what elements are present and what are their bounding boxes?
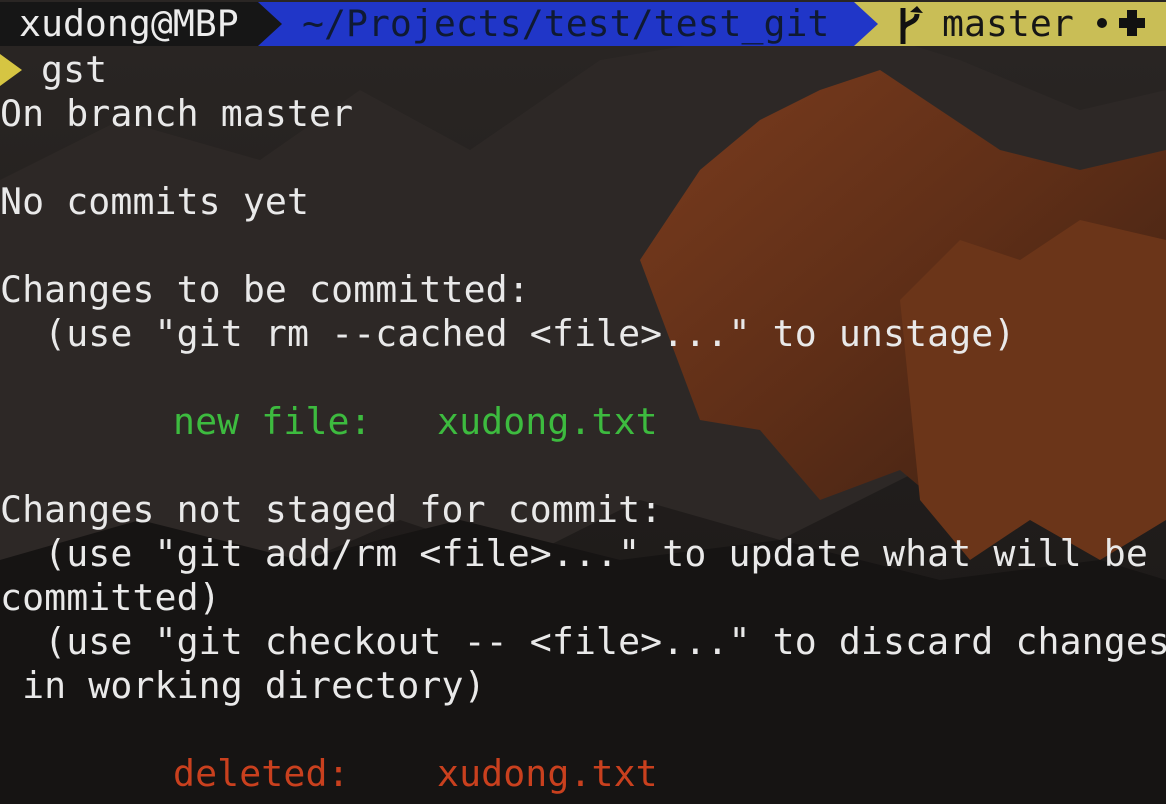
path-segment: ~/Projects/test/test_git: [258, 2, 854, 46]
git-branch-name: master: [942, 2, 1074, 45]
branch-line: On branch master: [0, 92, 354, 135]
plus-icon: [1117, 8, 1147, 38]
user-host-segment: xudong@MBP: [0, 2, 258, 46]
unstaged-label: deleted:: [173, 752, 350, 795]
prompt-bar: xudong@MBP ~/Projects/test/test_git mast…: [0, 0, 1166, 48]
unstaged-hint-2-wrap: in working directory): [0, 664, 486, 707]
staged-file: xudong.txt: [437, 400, 658, 443]
segment-separator-icon: [854, 2, 878, 46]
git-branch-icon: [900, 6, 923, 44]
command-line: gst: [41, 48, 108, 91]
no-commits-line: No commits yet: [0, 180, 310, 223]
terminal-window[interactable]: xudong@MBP ~/Projects/test/test_git mast…: [0, 0, 1166, 804]
unstaged-hint-2: (use "git checkout -- <file>..." to disc…: [0, 620, 1166, 663]
unstaged-header: Changes not staged for commit:: [0, 488, 663, 531]
unstaged-hint-1-wrap: committed): [0, 576, 221, 619]
staged-hint: (use "git rm --cached <file>..." to unst…: [0, 312, 1016, 355]
segment-separator-icon: [258, 2, 282, 46]
unstaged-hint-1: (use "git add/rm <file>..." to update wh…: [0, 532, 1148, 575]
staged-header: Changes to be committed:: [0, 268, 530, 311]
dot-icon: [1097, 18, 1107, 28]
prompt-triangle-icon: [0, 54, 22, 86]
staged-label: new file:: [173, 400, 372, 443]
unstaged-file: xudong.txt: [437, 752, 658, 795]
